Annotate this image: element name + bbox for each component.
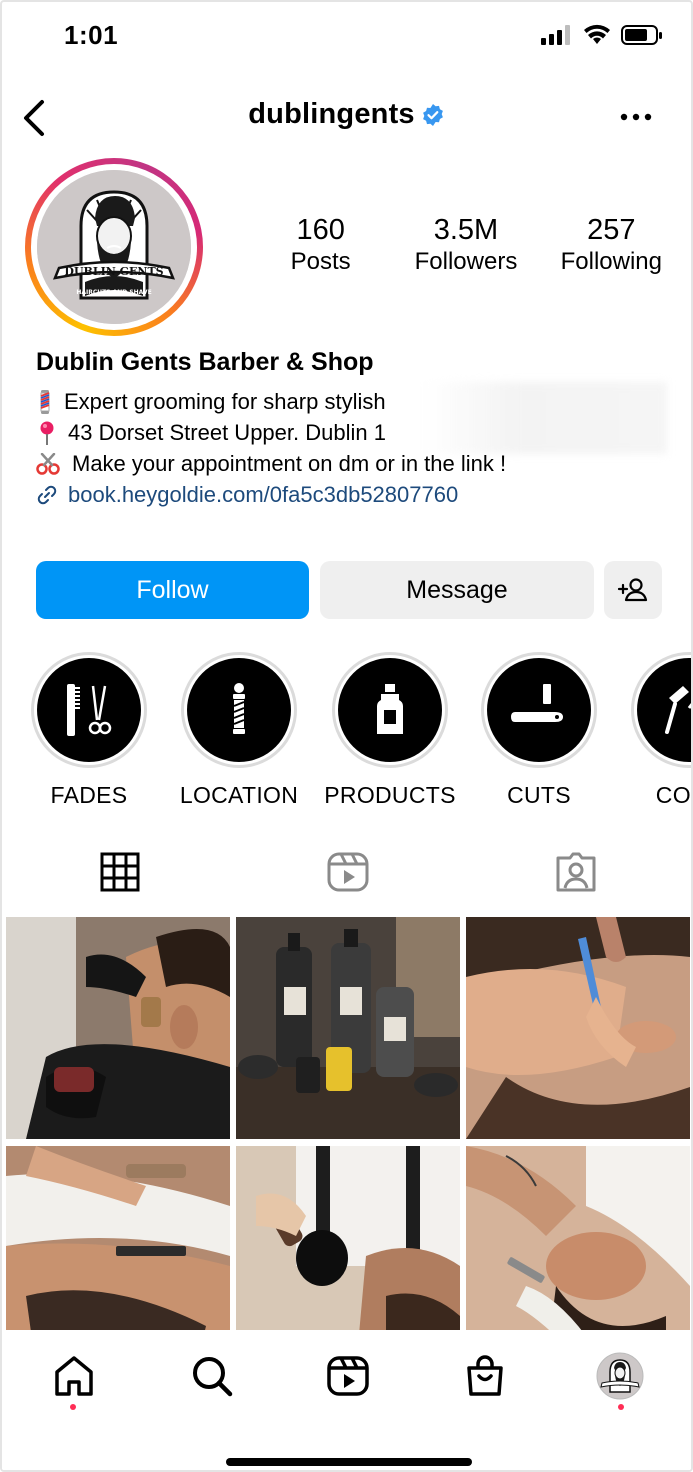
tab-posts-grid[interactable] — [98, 850, 142, 894]
bio-link-line[interactable]: book.heygoldie.com/0fa5c3db52807760 — [36, 479, 506, 510]
story-highlights: FADES LOCATION PRODUCTS CUTS CO — [2, 652, 691, 812]
message-button[interactable]: Message — [320, 561, 594, 619]
shop-icon — [467, 1355, 503, 1396]
highlight-fades[interactable]: FADES — [14, 652, 164, 809]
logo-text: DUBLIN GENTS — [64, 265, 163, 278]
product-bottle-icon — [377, 684, 403, 734]
stat-value: 160 — [296, 214, 345, 246]
grid-icon — [100, 852, 140, 892]
more-options-button[interactable] — [619, 102, 653, 132]
verified-badge-icon — [422, 103, 443, 126]
stat-value: 257 — [587, 214, 636, 246]
post-image — [466, 917, 690, 1139]
phone-screen: 1:01 dublingents DUBLIN GENTS HAIRCUTS A… — [0, 0, 693, 1472]
search-icon — [193, 1357, 233, 1397]
bio-line: 43 Dorset Street Upper. Dublin 1 — [36, 417, 506, 448]
dye-brush-icon — [665, 686, 691, 734]
reels-icon — [327, 852, 369, 892]
nav-home[interactable] — [50, 1352, 98, 1400]
bio-text: Expert grooming for sharp stylish — [64, 389, 386, 414]
wifi-icon — [584, 24, 610, 44]
barber-pole-emoji-icon — [40, 389, 50, 414]
comb-scissors-icon — [67, 684, 112, 736]
highlight-label: CUTS — [507, 782, 571, 808]
nav-search[interactable] — [188, 1352, 236, 1400]
more-horizontal-icon — [620, 113, 652, 121]
stat-value: 3.5M — [433, 214, 499, 246]
post-thumbnail[interactable] — [466, 917, 690, 1139]
highlight-label: FADES — [50, 782, 128, 808]
highlight-label: LOCATION — [179, 782, 299, 808]
follow-button[interactable]: Follow — [36, 561, 309, 619]
stat-label: Followers — [414, 248, 518, 275]
bio-line: Expert grooming for sharp stylish — [36, 386, 506, 417]
profile-actions: Follow Message — [36, 561, 662, 619]
status-icons — [541, 24, 663, 46]
battery-icon — [621, 25, 662, 45]
highlight-products[interactable]: PRODUCTS — [315, 652, 465, 809]
highlight-cuts[interactable]: CUTS — [464, 652, 614, 809]
highlight-location[interactable]: LOCATION — [164, 652, 314, 809]
post-image — [6, 917, 230, 1139]
highlight-label: PRODUCTS — [324, 782, 456, 808]
stat-following[interactable]: 257 Following — [541, 214, 681, 278]
bio-line: Make your appointment on dm or in the li… — [36, 448, 506, 479]
stat-label: Following — [560, 248, 662, 275]
razor-icon — [511, 684, 563, 722]
scissors-emoji-icon — [36, 452, 60, 475]
bottom-navigation — [2, 1330, 691, 1470]
bio-text: 43 Dorset Street Upper. Dublin 1 — [68, 420, 386, 445]
add-user-icon — [617, 578, 648, 602]
post-thumbnail[interactable] — [6, 917, 230, 1139]
status-time: 1:01 — [64, 20, 119, 50]
pushpin-emoji-icon — [40, 421, 54, 445]
stat-posts[interactable]: 160 Posts — [251, 214, 391, 278]
bio-link[interactable]: book.heygoldie.com/0fa5c3db52807760 — [68, 479, 458, 510]
reels-icon — [327, 1356, 369, 1396]
tab-tagged[interactable] — [554, 850, 598, 894]
profile-avatar-story-ring[interactable]: DUBLIN GENTS HAIRCUTS AND SHAVE — [25, 158, 203, 336]
tagged-user-icon — [556, 852, 596, 892]
home-icon — [55, 1356, 93, 1396]
highlight-label: COLO — [655, 782, 691, 808]
profile-tabs — [2, 850, 691, 898]
notification-dot — [618, 1404, 624, 1410]
nav-shop[interactable] — [461, 1352, 509, 1400]
tab-reels[interactable] — [326, 850, 370, 894]
barber-logo: DUBLIN GENTS HAIRCUTS AND SHAVE — [37, 170, 191, 324]
post-thumbnail[interactable] — [236, 917, 460, 1139]
post-grid — [6, 917, 691, 1368]
nav-reels[interactable] — [324, 1352, 372, 1400]
post-image — [236, 917, 460, 1139]
suggested-users-button[interactable] — [604, 561, 662, 619]
stat-followers[interactable]: 3.5M Followers — [396, 214, 536, 278]
bio: Expert grooming for sharp stylish 43 Dor… — [36, 386, 506, 510]
highlight-color[interactable]: COLO — [614, 652, 691, 809]
logo-subtext: HAIRCUTS AND SHAVE — [76, 289, 151, 296]
bio-text: Make your appointment on dm or in the li… — [72, 451, 507, 476]
profile-header-title: dublingents — [2, 98, 691, 131]
username: dublingents — [248, 98, 415, 130]
link-icon — [37, 485, 57, 504]
cellular-signal-icon — [541, 25, 570, 45]
profile-avatar: DUBLIN GENTS HAIRCUTS AND SHAVE — [37, 170, 191, 324]
profile-avatar-icon — [596, 1352, 644, 1400]
notification-dot — [70, 1404, 76, 1410]
stat-label: Posts — [290, 248, 351, 275]
barber-pole-icon — [233, 683, 245, 734]
display-name: Dublin Gents Barber & Shop — [36, 348, 374, 376]
home-indicator — [226, 1458, 472, 1466]
profile-stats: 160 Posts 3.5M Followers 257 Following — [248, 214, 684, 278]
nav-profile[interactable] — [596, 1352, 644, 1400]
